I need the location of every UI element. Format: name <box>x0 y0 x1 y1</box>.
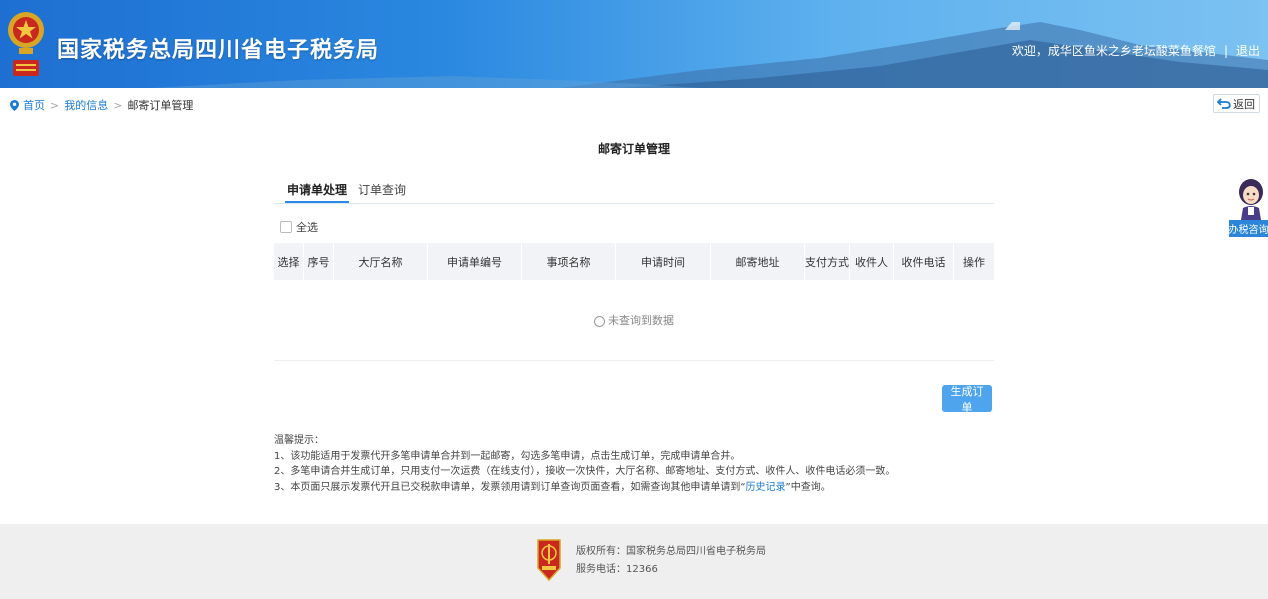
column-header: 选择 <box>274 243 304 280</box>
column-header: 大厅名称 <box>334 243 428 280</box>
page-title: 邮寄订单管理 <box>597 142 670 156</box>
emblem-logo <box>8 12 44 76</box>
user-bar: 欢迎，成华区鱼米之乡老坛酸菜鱼餐馆 | 退出 <box>1012 42 1260 59</box>
back-arrow-icon <box>1217 98 1231 109</box>
footer-phone: 服务电话：12366 <box>576 564 658 575</box>
site-title: 国家税务总局四川省电子税务局 <box>57 38 380 63</box>
breadcrumb-my-info[interactable]: 我的信息 <box>64 97 108 113</box>
footer-logo <box>537 539 561 582</box>
column-header: 序号 <box>304 243 334 280</box>
tip-line-2: 2、多笔申请合并生成订单，只用支付一次运费（在线支付），接收一次快件，大厅名称、… <box>274 466 896 477</box>
column-header: 申请时间 <box>616 243 711 280</box>
header-separator: | <box>1223 44 1228 58</box>
breadcrumb: 首页 > 我的信息 > 邮寄订单管理 <box>10 97 193 113</box>
column-header: 收件人 <box>850 243 894 280</box>
column-header: 邮寄地址 <box>711 243 805 280</box>
back-button[interactable]: 返回 <box>1213 94 1260 113</box>
empty-circle-icon <box>594 315 605 327</box>
tips-title: 温馨提示： <box>274 435 324 446</box>
column-header: 申请单编号 <box>428 243 522 280</box>
column-header: 支付方式 <box>805 243 850 280</box>
footer-copyright: 版权所有：国家税务总局四川省电子税务局 <box>576 546 766 557</box>
application-table: 选择 序号 大厅名称 申请单编号 事项名称 申请时间 邮寄地址 支付方式 收件人… <box>274 243 994 361</box>
location-pin-icon <box>10 99 19 111</box>
select-all-checkbox[interactable] <box>280 221 292 233</box>
breadcrumb-separator: > <box>113 98 123 112</box>
select-all-label: 全选 <box>296 221 318 234</box>
tips-section: 温馨提示： 1、该功能适用于发票代开多笔申请单合并到一起邮寄，勾选多笔申请，点击… <box>274 433 895 495</box>
tip-line-1: 1、该功能适用于发票代开多笔申请单合并到一起邮寄，勾选多笔申请，点击生成订单，完… <box>274 450 741 462</box>
breadcrumb-separator: > <box>50 98 60 112</box>
breadcrumb-home[interactable]: 首页 <box>23 97 45 113</box>
column-header: 收件电话 <box>894 243 954 280</box>
consult-avatar-icon <box>1239 179 1263 220</box>
breadcrumb-current: 邮寄订单管理 <box>127 99 194 112</box>
tip-line-3: 3、本页面只展示发票代开且已交税款申请单，发票领用请到订单查询页面查看，如需查询… <box>274 480 895 496</box>
consult-widget[interactable]: 办税咨询 <box>1229 174 1268 237</box>
column-header: 操作 <box>963 255 985 269</box>
site-header: 国家税务总局四川省电子税务局 欢迎，成华区鱼米之乡老坛酸菜鱼餐馆 | 退出 <box>0 0 1268 88</box>
footer: 版权所有：国家税务总局四川省电子税务局 服务电话：12366 <box>0 524 1268 599</box>
table-header: 选择 序号 大厅名称 申请单编号 事项名称 申请时间 邮寄地址 支付方式 收件人… <box>274 243 994 280</box>
generate-order-button[interactable]: 生成订单 <box>942 385 992 414</box>
tab-order-query[interactable]: 订单查询 <box>358 181 406 201</box>
select-all[interactable]: 全选 <box>280 219 318 235</box>
tip-line-3-end: ”中查询。 <box>785 481 831 493</box>
column-header: 事项名称 <box>522 243 616 280</box>
back-button-label: 返回 <box>1233 97 1255 111</box>
empty-text: 未查询到数据 <box>608 314 674 327</box>
footer-text: 版权所有：国家税务总局四川省电子税务局 服务电话：12366 <box>576 543 766 579</box>
welcome-text: 欢迎，成华区鱼米之乡老坛酸菜鱼餐馆 <box>1011 44 1216 58</box>
tab-bar: 申请单处理 订单查询 <box>274 181 994 204</box>
consult-label: 办税咨询 <box>1229 220 1268 237</box>
logout-link[interactable]: 退出 <box>1236 44 1260 58</box>
tab-application-processing[interactable]: 申请单处理 <box>285 181 350 203</box>
tip-line-3-text: 3、本页面只展示发票代开且已交税款申请单，发票领用请到订单查询页面查看，如需查询… <box>274 481 746 493</box>
table-empty-state: 未查询到数据 <box>274 280 994 361</box>
history-record-link[interactable]: 历史记录 <box>746 482 786 493</box>
